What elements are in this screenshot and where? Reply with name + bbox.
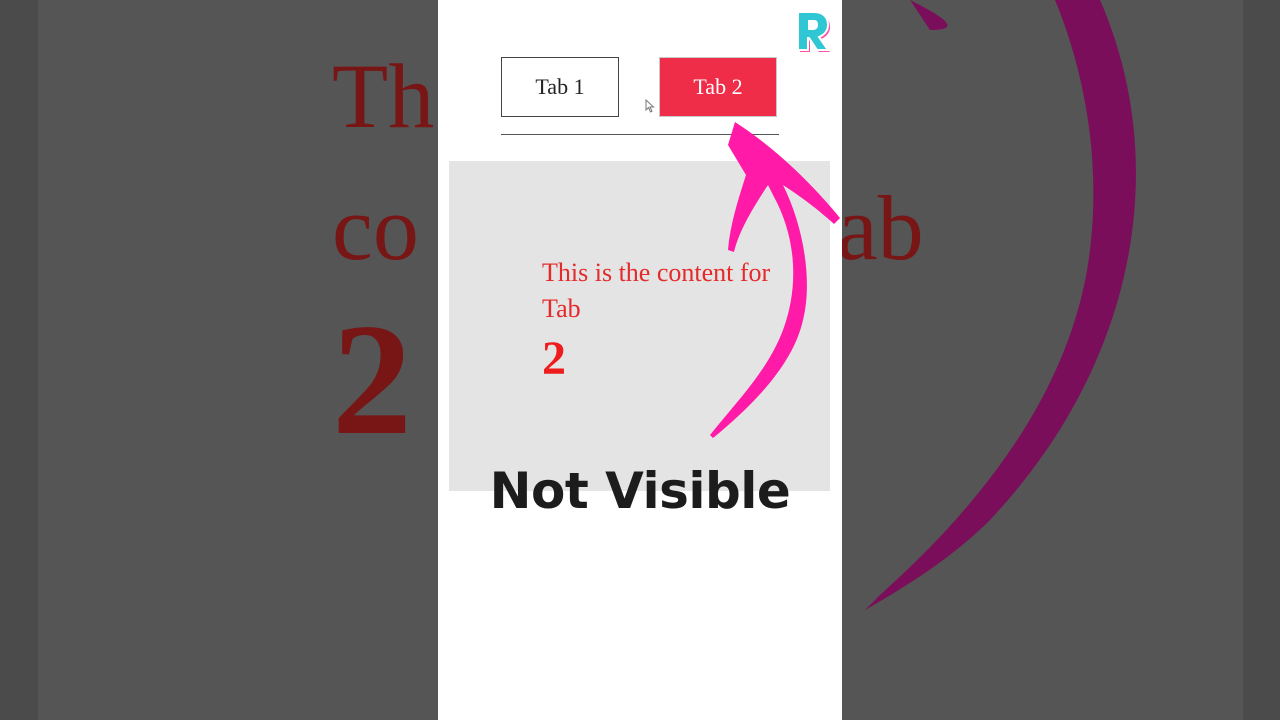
caption-not-visible: Not Visible (489, 462, 791, 520)
pointing-arrow-icon (710, 122, 840, 438)
background-swoosh-icon (865, 0, 1136, 610)
background-text-line1: Th (332, 45, 435, 147)
video-frame: Tab 1 Tab 2 This is the content for Tab … (438, 0, 842, 720)
background-text-line2: co (332, 177, 419, 279)
